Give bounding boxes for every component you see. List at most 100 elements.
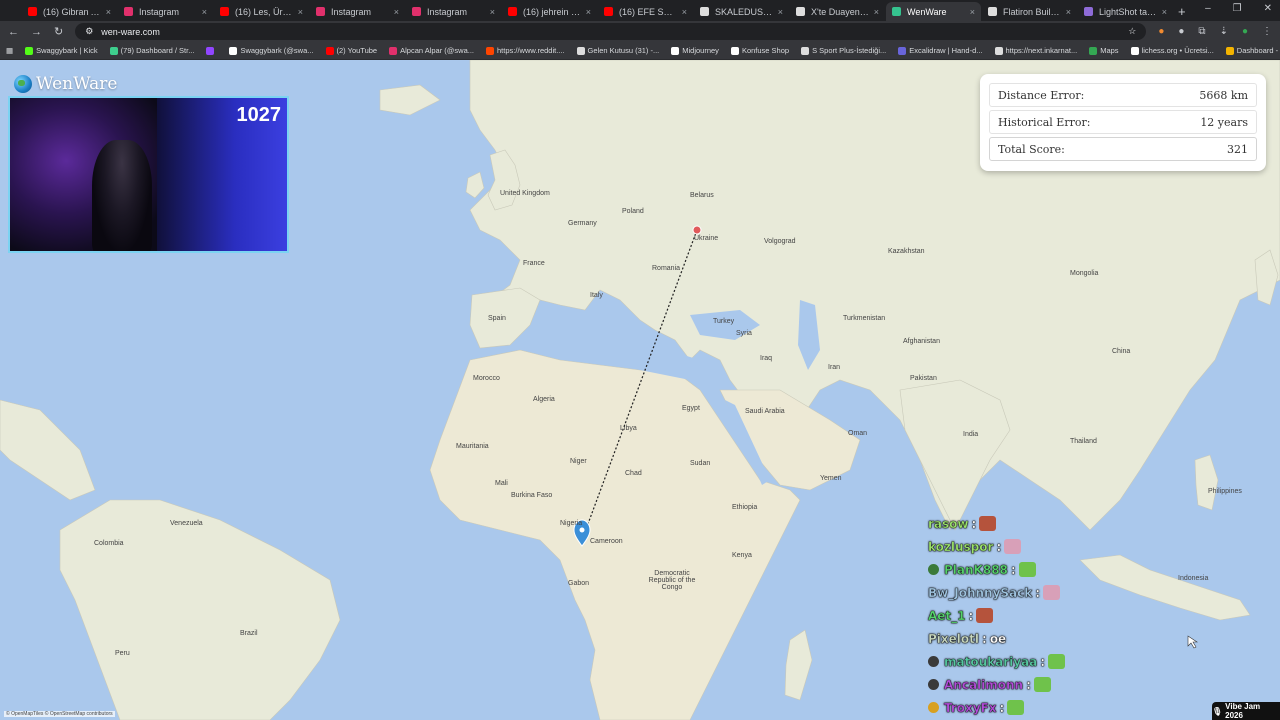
- bookmark-item[interactable]: Excalidraw | Hand-d...: [898, 46, 983, 55]
- profile-avatar-icon[interactable]: ●: [1242, 26, 1248, 37]
- bookmark-label: (2) YouTube: [336, 46, 378, 55]
- forward-icon[interactable]: →: [31, 26, 42, 38]
- downloads-icon[interactable]: ⇣: [1220, 26, 1228, 37]
- map-place-label: Oman: [848, 430, 868, 437]
- map-place-label: China: [1112, 348, 1131, 355]
- tab-label: LightShot tarafından: [1099, 6, 1158, 17]
- browser-tab[interactable]: (16) EFE SHOW S3B28 ×: [598, 2, 693, 21]
- chat-emote-icon: [1033, 677, 1051, 692]
- tab-close-icon[interactable]: ×: [682, 7, 687, 17]
- bookmark-item[interactable]: Midjourney: [671, 46, 719, 55]
- tab-close-icon[interactable]: ×: [394, 7, 399, 17]
- bookmark-item[interactable]: Gelen Kutusu (31) -...: [576, 46, 659, 55]
- extension-icon[interactable]: ●: [1158, 26, 1164, 37]
- browser-tab[interactable]: WenWare ×: [886, 2, 981, 21]
- vibe-jam-label: Vibe Jam 2026: [1225, 702, 1261, 720]
- chat-message: TroxyFx:: [928, 696, 1128, 719]
- apps-grid-icon[interactable]: ▦: [6, 46, 13, 55]
- menu-kebab-icon[interactable]: ⋮: [1262, 26, 1272, 37]
- reload-icon[interactable]: ↻: [54, 25, 63, 38]
- tab-favicon-icon: [124, 7, 133, 16]
- back-icon[interactable]: ←: [8, 26, 19, 38]
- browser-tab[interactable]: Instagram ×: [406, 2, 501, 21]
- map-attribution[interactable]: © OpenMapTiles © OpenStreetMap contribut…: [4, 711, 115, 717]
- browser-tab[interactable]: LightShot tarafından ×: [1078, 2, 1173, 21]
- bookmark-item[interactable]: https://www.reddit....: [486, 46, 565, 55]
- chat-message: Bw_JohnnySack:: [928, 581, 1128, 604]
- bookmark-item[interactable]: Dashboard - Swagg...: [1225, 46, 1280, 55]
- map-place-label: Mauritania: [456, 443, 489, 450]
- map-place-label: Egypt: [682, 405, 700, 412]
- bookmark-favicon-icon: [1089, 46, 1098, 55]
- bookmark-item[interactable]: Swaggybark | Kick: [25, 46, 98, 55]
- vibe-jam-badge[interactable]: 🎙 Vibe Jam 2026: [1212, 702, 1280, 720]
- bookmark-star-icon[interactable]: ☆: [1128, 26, 1136, 37]
- tab-close-icon[interactable]: ×: [586, 7, 591, 17]
- tab-close-icon[interactable]: ×: [874, 7, 879, 17]
- bookmark-item[interactable]: Maps: [1089, 46, 1119, 55]
- browser-tab[interactable]: (16) Les, Ürünü Almak ×: [214, 2, 309, 21]
- land-ireland: [465, 171, 485, 199]
- tab-close-icon[interactable]: ×: [1162, 7, 1167, 17]
- browser-tab[interactable]: (16) jehrein - YouTube ×: [502, 2, 597, 21]
- map-place-label: Thailand: [1070, 438, 1097, 445]
- map-place-label: Syria: [736, 330, 752, 337]
- new-tab-button[interactable]: +: [1178, 2, 1186, 21]
- bookmark-label: Alpcan Alpar (@swa...: [400, 46, 475, 55]
- bookmark-item[interactable]: [206, 46, 217, 55]
- tab-close-icon[interactable]: ×: [202, 7, 207, 17]
- extensions-puzzle-icon[interactable]: ⧉: [1198, 26, 1205, 37]
- browser-tab[interactable]: Instagram ×: [310, 2, 405, 21]
- tab-favicon-icon: [604, 7, 613, 16]
- tab-close-icon[interactable]: ×: [490, 7, 495, 17]
- map-place-label: France: [523, 260, 545, 267]
- extension-icon[interactable]: ●: [1178, 26, 1184, 37]
- tab-label: WenWare: [907, 6, 947, 17]
- map-place-label: Peru: [115, 650, 130, 657]
- bookmark-item[interactable]: (79) Dashboard / Str...: [109, 46, 194, 55]
- address-bar[interactable]: ⚙ wen-ware.com ☆: [75, 23, 1147, 40]
- map-place-label: Kazakhstan: [888, 248, 925, 255]
- maximize-button[interactable]: ❐: [1233, 3, 1242, 14]
- chat-username: Aet_1: [928, 608, 966, 623]
- bookmark-item[interactable]: (2) YouTube: [325, 46, 378, 55]
- tab-favicon-icon: [796, 7, 805, 16]
- minimize-button[interactable]: –: [1205, 3, 1211, 14]
- bookmark-item[interactable]: Konfuse Shop: [730, 46, 789, 55]
- historical-error-row: Historical Error: 12 years: [989, 110, 1257, 134]
- tab-close-icon[interactable]: ×: [298, 7, 303, 17]
- map-place-label: Iran: [828, 364, 841, 371]
- map-place-label: Pakistan: [910, 375, 937, 382]
- browser-tab[interactable]: Instagram ×: [118, 2, 213, 21]
- site-info-icon[interactable]: ⚙: [85, 26, 93, 37]
- bookmark-item[interactable]: Alpcan Alpar (@swa...: [389, 46, 474, 55]
- land-iceland: [379, 84, 441, 116]
- chat-username: Pixelotl: [928, 631, 979, 646]
- browser-tab[interactable]: (16) Gibran Alcocer - S ×: [22, 2, 117, 21]
- close-window-button[interactable]: ✕: [1264, 3, 1272, 14]
- bookmark-item[interactable]: Swaggybark (@swa...: [229, 46, 314, 55]
- tab-close-icon[interactable]: ×: [778, 7, 783, 17]
- browser-tab[interactable]: SKALEDUS MORTIMA ×: [694, 2, 789, 21]
- tab-label: X'te Duayen: "Cago ve: [811, 6, 870, 17]
- map-place-label: Turkey: [713, 318, 735, 325]
- bookmark-item[interactable]: https://next.inkarnat...: [994, 46, 1077, 55]
- chat-overlay: rasow: kozluspor: PlanK888: Bw_JohnnySack: A…: [928, 512, 1128, 719]
- tab-close-icon[interactable]: ×: [106, 7, 111, 17]
- bookmark-item[interactable]: S Sport Plus-İstediği...: [801, 46, 886, 55]
- url-text[interactable]: wen-ware.com: [101, 27, 1120, 37]
- map-place-label: Nigeria: [560, 520, 583, 527]
- bookmark-favicon-icon: [325, 46, 334, 55]
- bookmark-favicon-icon: [576, 46, 585, 55]
- bookmark-favicon-icon: [25, 46, 34, 55]
- browser-tab[interactable]: X'te Duayen: "Cago ve ×: [790, 2, 885, 21]
- tab-label: SKALEDUS MORTIMA: [715, 6, 774, 17]
- chat-message: kozluspor:: [928, 535, 1128, 558]
- bookmark-item[interactable]: lichess.org • Ücretsi...: [1130, 46, 1214, 55]
- tab-close-icon[interactable]: ×: [970, 7, 975, 17]
- tab-close-icon[interactable]: ×: [1066, 7, 1071, 17]
- chat-emote-icon: [1007, 700, 1025, 715]
- browser-tab[interactable]: Flatiron Building - Wik ×: [982, 2, 1077, 21]
- bookmarks-bar: ▦ Swaggybark | Kick (79) Dashboard / Str.…: [0, 42, 1280, 60]
- chat-emote-icon: [1004, 539, 1022, 554]
